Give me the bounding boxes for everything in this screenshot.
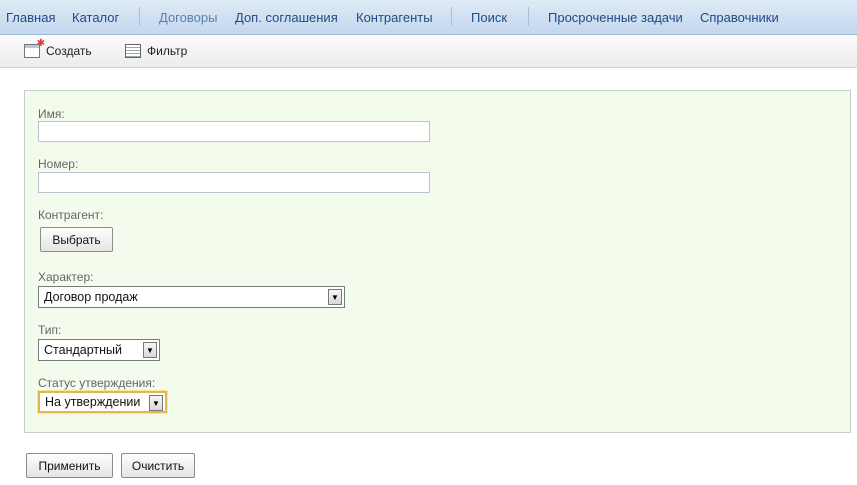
character-select-value: Договор продаж bbox=[44, 290, 138, 304]
apply-button[interactable]: Применить bbox=[26, 453, 113, 478]
nav-separator bbox=[528, 7, 529, 26]
chevron-down-icon[interactable]: ▼ bbox=[149, 395, 163, 411]
nav-separator bbox=[139, 7, 140, 26]
filter-button-label: Фильтр bbox=[147, 44, 188, 58]
new-document-icon bbox=[24, 38, 45, 58]
select-counterparty-button[interactable]: Выбрать bbox=[40, 227, 113, 252]
nav-item-directories[interactable]: Справочники bbox=[700, 10, 779, 25]
create-button-label: Создать bbox=[46, 44, 92, 58]
approval-status-label: Статус утверждения: bbox=[38, 376, 156, 390]
type-select-value: Стандартный bbox=[44, 343, 122, 357]
nav-item-supplementary-agreements[interactable]: Доп. соглашения bbox=[235, 10, 338, 25]
filter-list-icon bbox=[125, 44, 141, 58]
nav-item-home[interactable]: Главная bbox=[6, 10, 55, 25]
nav-item-search[interactable]: Поиск bbox=[471, 10, 507, 25]
number-input[interactable] bbox=[38, 172, 430, 193]
nav-item-catalog[interactable]: Каталог bbox=[72, 10, 119, 25]
nav-item-counterparties[interactable]: Контрагенты bbox=[356, 10, 433, 25]
counterparty-label: Контрагент: bbox=[38, 208, 104, 222]
filter-button[interactable]: Фильтр bbox=[125, 43, 187, 59]
character-label: Характер: bbox=[38, 270, 94, 284]
chevron-down-icon[interactable]: ▼ bbox=[328, 289, 342, 305]
nav-separator bbox=[451, 7, 452, 26]
type-select[interactable]: Стандартный ▼ bbox=[38, 339, 160, 361]
chevron-down-icon[interactable]: ▼ bbox=[143, 342, 157, 358]
approval-status-select[interactable]: На утверждении ▼ bbox=[38, 391, 167, 413]
toolbar: Создать Фильтр bbox=[0, 35, 857, 68]
number-label: Номер: bbox=[38, 157, 79, 171]
top-navigation: Главная Каталог Договоры Доп. соглашения… bbox=[0, 0, 857, 35]
name-label: Имя: bbox=[38, 107, 65, 121]
clear-button[interactable]: Очистить bbox=[121, 453, 195, 478]
nav-item-overdue-tasks[interactable]: Просроченные задачи bbox=[548, 10, 683, 25]
approval-status-select-value: На утверждении bbox=[45, 395, 141, 409]
character-select[interactable]: Договор продаж ▼ bbox=[38, 286, 345, 308]
type-label: Тип: bbox=[38, 323, 62, 337]
name-input[interactable] bbox=[38, 121, 430, 142]
nav-item-contracts[interactable]: Договоры bbox=[159, 10, 217, 25]
filter-form-panel: Имя: Номер: Контрагент: Выбрать Характер… bbox=[24, 90, 851, 433]
create-button[interactable]: Создать bbox=[24, 38, 92, 59]
